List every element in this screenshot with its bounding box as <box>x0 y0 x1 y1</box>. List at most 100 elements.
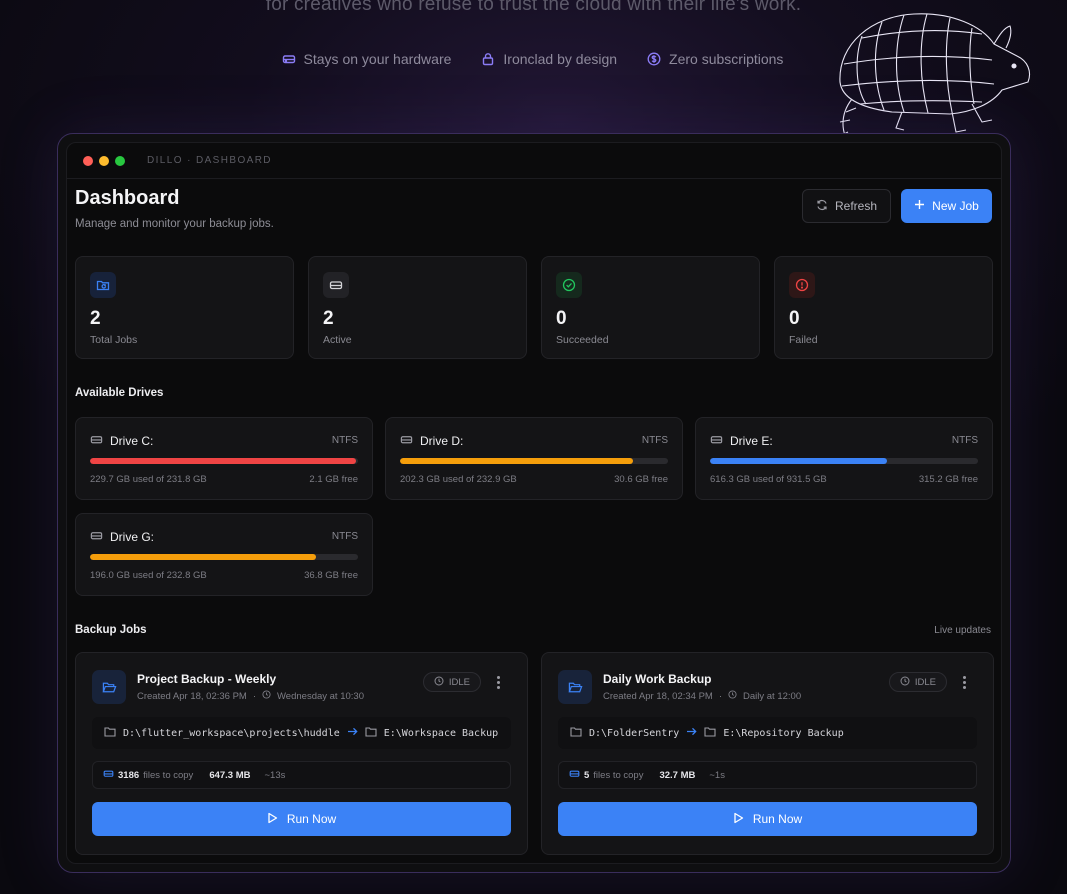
hard-drive-icon <box>103 768 114 782</box>
job-schedule: Daily at 12:00 <box>743 690 802 702</box>
app-window: DILLO · DASHBOARD Dashboard Manage and m… <box>57 133 1011 873</box>
dollar-icon <box>647 52 661 66</box>
drive-used: 196.0 GB used of 232.8 GB <box>90 570 207 581</box>
arrow-right-icon <box>686 727 697 739</box>
job-source: D:\FolderSentry <box>589 727 680 739</box>
run-now-label: Run Now <box>752 812 803 826</box>
stat-label: Active <box>323 334 352 346</box>
job-created: Created Apr 18, 02:34 PM <box>603 690 713 702</box>
hard-drive-icon <box>323 272 349 298</box>
stat-label: Failed <box>789 334 818 346</box>
job-eta: ~1s <box>709 769 725 781</box>
hard-drive-icon <box>710 433 723 449</box>
job-schedule: Wednesday at 10:30 <box>277 690 364 702</box>
folder-sync-icon <box>90 272 116 298</box>
check-circle-icon <box>556 272 582 298</box>
drive-filesystem: NTFS <box>331 435 358 446</box>
feature-label: Zero subscriptions <box>669 51 784 67</box>
job-created: Created Apr 18, 02:36 PM <box>137 690 247 702</box>
maximize-dot[interactable] <box>115 155 125 166</box>
drive-label: Drive E: <box>730 434 773 448</box>
close-dot[interactable] <box>83 155 93 166</box>
drive-usage-bar <box>710 458 978 464</box>
drive-filesystem: NTFS <box>331 531 358 542</box>
drive-filesystem: NTFS <box>641 435 668 446</box>
drive-name: Drive D: <box>400 433 463 449</box>
lock-icon <box>481 52 495 66</box>
folder-open-icon <box>92 670 126 704</box>
job-destination: E:\Repository Backup <box>723 727 844 739</box>
hard-drive-icon <box>90 529 103 545</box>
more-menu-icon[interactable] <box>957 672 971 692</box>
refresh-label: Refresh <box>834 199 878 213</box>
job-name: Daily Work Backup <box>603 672 712 686</box>
folder-icon <box>104 726 116 740</box>
drive-usage-fill <box>710 458 888 464</box>
minimize-dot[interactable] <box>99 155 109 166</box>
drive-usage-bar <box>90 554 358 560</box>
alert-circle-icon <box>789 272 815 298</box>
hard-drive-icon <box>569 768 580 782</box>
job-meta: Created Apr 18, 02:34 PM · Daily at 12:0… <box>603 690 801 702</box>
stat-value: 0 <box>789 308 800 329</box>
stat-value: 2 <box>323 308 334 329</box>
run-now-button[interactable]: Run Now <box>558 802 977 836</box>
drive-name: Drive G: <box>90 529 154 545</box>
drive-name: Drive E: <box>710 433 773 449</box>
new-job-button[interactable]: New Job <box>901 189 992 223</box>
folder-icon <box>365 726 377 740</box>
window-title: DILLO · DASHBOARD <box>147 155 272 166</box>
files-label: files to copy <box>593 769 644 781</box>
hard-drive-icon <box>400 433 413 449</box>
page-subtitle: Manage and monitor your backup jobs. <box>75 218 274 230</box>
feature-security: Ironclad by design <box>481 51 617 67</box>
drive-free: 30.6 GB free <box>614 474 668 485</box>
stat-value: 2 <box>90 308 101 329</box>
clock-icon <box>262 690 271 702</box>
play-icon <box>733 812 744 827</box>
drive-used: 202.3 GB used of 232.9 GB <box>400 474 517 485</box>
app-window-inner: DILLO · DASHBOARD Dashboard Manage and m… <box>66 142 1002 864</box>
drives-heading: Available Drives <box>75 387 164 399</box>
feature-pricing: Zero subscriptions <box>647 51 783 67</box>
more-menu-icon[interactable] <box>491 672 505 692</box>
job-stats: 5 files to copy 32.7 MB ~1s <box>558 761 977 789</box>
drive-card: Drive E: NTFS 616.3 GB used of 931.5 GB … <box>695 417 993 500</box>
titlebar: DILLO · DASHBOARD <box>67 143 1001 179</box>
drive-label: Drive G: <box>110 530 155 544</box>
arrow-right-icon <box>347 727 358 739</box>
drive-usage-fill <box>400 458 633 464</box>
drive-label: Drive C: <box>110 434 154 448</box>
job-paths: D:\FolderSentry E:\Repository Backup <box>558 717 977 749</box>
job-card: Project Backup - Weekly Created Apr 18, … <box>75 652 528 855</box>
drive-free: 36.8 GB free <box>304 570 358 581</box>
job-meta: Created Apr 18, 02:36 PM · Wednesday at … <box>137 690 364 702</box>
drive-card: Drive C: NTFS 229.7 GB used of 231.8 GB … <box>75 417 373 500</box>
status-label: IDLE <box>914 676 936 688</box>
feature-hardware: Stays on your hardware <box>282 51 452 67</box>
feature-label: Stays on your hardware <box>303 51 452 67</box>
drive-name: Drive C: <box>90 433 153 449</box>
refresh-icon <box>816 199 828 214</box>
stat-label: Total Jobs <box>90 334 138 346</box>
jobs-heading: Backup Jobs <box>75 624 147 636</box>
files-count: 3186 <box>118 769 140 781</box>
job-size: 647.3 MB <box>209 769 251 781</box>
drive-card: Drive G: NTFS 196.0 GB used of 232.8 GB … <box>75 513 373 596</box>
drive-usage-bar <box>400 458 668 464</box>
status-badge: IDLE <box>888 672 947 692</box>
run-now-button[interactable]: Run Now <box>92 802 511 836</box>
drive-used: 616.3 GB used of 931.5 GB <box>710 474 827 485</box>
hard-drive-icon <box>282 52 296 66</box>
drive-label: Drive D: <box>420 434 464 448</box>
drive-usage-fill <box>90 554 316 560</box>
drive-free: 2.1 GB free <box>309 474 358 485</box>
folder-open-icon <box>558 670 592 704</box>
job-eta: ~13s <box>264 769 286 781</box>
status-badge: IDLE <box>422 672 481 692</box>
job-stats: 3186 files to copy 647.3 MB ~13s <box>92 761 511 789</box>
page-title: Dashboard <box>75 187 180 209</box>
refresh-button[interactable]: Refresh <box>802 189 891 223</box>
drive-used: 229.7 GB used of 231.8 GB <box>90 474 207 485</box>
job-source: D:\flutter_workspace\projects\huddle <box>123 727 340 739</box>
